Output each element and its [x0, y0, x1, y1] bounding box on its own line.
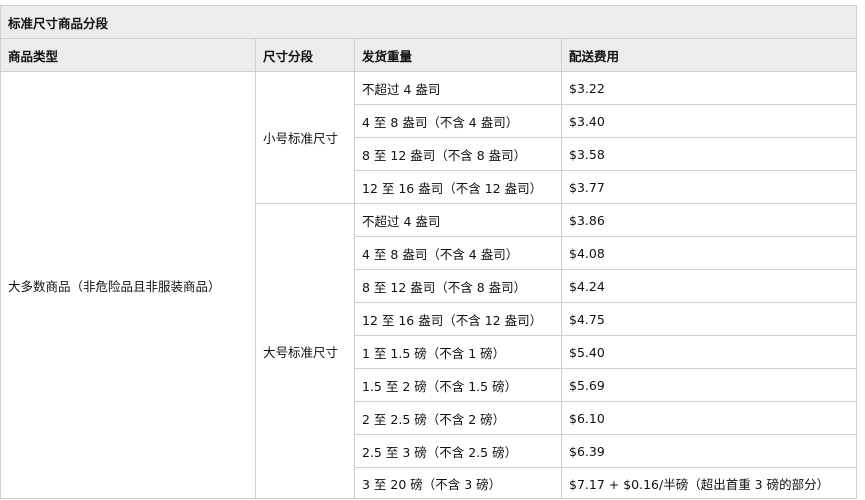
fee-cell: $7.17 + $0.16/半磅（超出首重 3 磅的部分）	[560, 467, 858, 499]
header-fulfillment-fee: 配送费用	[560, 38, 858, 72]
size-tier-cell-large: 大号标准尺寸	[255, 203, 355, 499]
table-caption-row: 标准尺寸商品分段	[0, 5, 858, 39]
fee-cell: $4.24	[560, 269, 858, 303]
fee-cell: $4.08	[560, 236, 858, 270]
weight-cell: 4 至 8 盎司（不含 4 盎司）	[354, 104, 562, 138]
fee-cell: $3.86	[560, 203, 858, 237]
fee-cell: $5.40	[560, 335, 858, 369]
fee-cell: $3.77	[560, 170, 858, 204]
size-tier-cell-small: 小号标准尺寸	[255, 71, 355, 204]
weight-cell: 12 至 16 盎司（不含 12 盎司）	[354, 302, 562, 336]
weight-cell: 1 至 1.5 磅（不含 1 磅）	[354, 335, 562, 369]
table-header-row: 商品类型 尺寸分段 发货重量 配送费用	[0, 38, 858, 72]
weight-cell: 3 至 20 磅（不含 3 磅）	[354, 467, 562, 499]
fee-cell: $3.40	[560, 104, 858, 138]
weight-cell: 2 至 2.5 磅（不含 2 磅）	[354, 401, 562, 435]
fee-cell: $3.22	[560, 71, 858, 105]
weight-cell: 4 至 8 盎司（不含 4 盎司）	[354, 236, 562, 270]
fee-cell: $4.75	[560, 302, 858, 336]
weight-cell: 不超过 4 盎司	[354, 203, 562, 237]
standard-size-fee-table: 标准尺寸商品分段 商品类型 尺寸分段 发货重量 配送费用 大多数商品（非危险品且…	[0, 5, 858, 499]
table-caption: 标准尺寸商品分段	[0, 5, 858, 39]
weight-cell: 1.5 至 2 磅（不含 1.5 磅）	[354, 368, 562, 402]
header-shipping-weight: 发货重量	[354, 38, 562, 72]
weight-cell: 2.5 至 3 磅（不含 2.5 磅）	[354, 434, 562, 468]
weight-cell: 不超过 4 盎司	[354, 71, 562, 105]
fee-cell: $6.10	[560, 401, 858, 435]
table-row: 大多数商品（非危险品且非服装商品） 小号标准尺寸 不超过 4 盎司 $3.22	[0, 71, 858, 499]
weight-cell: 8 至 12 盎司（不含 8 盎司）	[354, 137, 562, 171]
fee-cell: $5.69	[560, 368, 858, 402]
page: 标准尺寸商品分段 商品类型 尺寸分段 发货重量 配送费用 大多数商品（非危险品且…	[0, 0, 865, 500]
weight-cell: 12 至 16 盎司（不含 12 盎司）	[354, 170, 562, 204]
product-type-cell: 大多数商品（非危险品且非服装商品）	[0, 71, 256, 499]
fee-cell: $6.39	[560, 434, 858, 468]
weight-cell: 8 至 12 盎司（不含 8 盎司）	[354, 269, 562, 303]
fee-cell: $3.58	[560, 137, 858, 171]
header-size-tier: 尺寸分段	[255, 38, 355, 72]
header-product-type: 商品类型	[0, 38, 256, 72]
